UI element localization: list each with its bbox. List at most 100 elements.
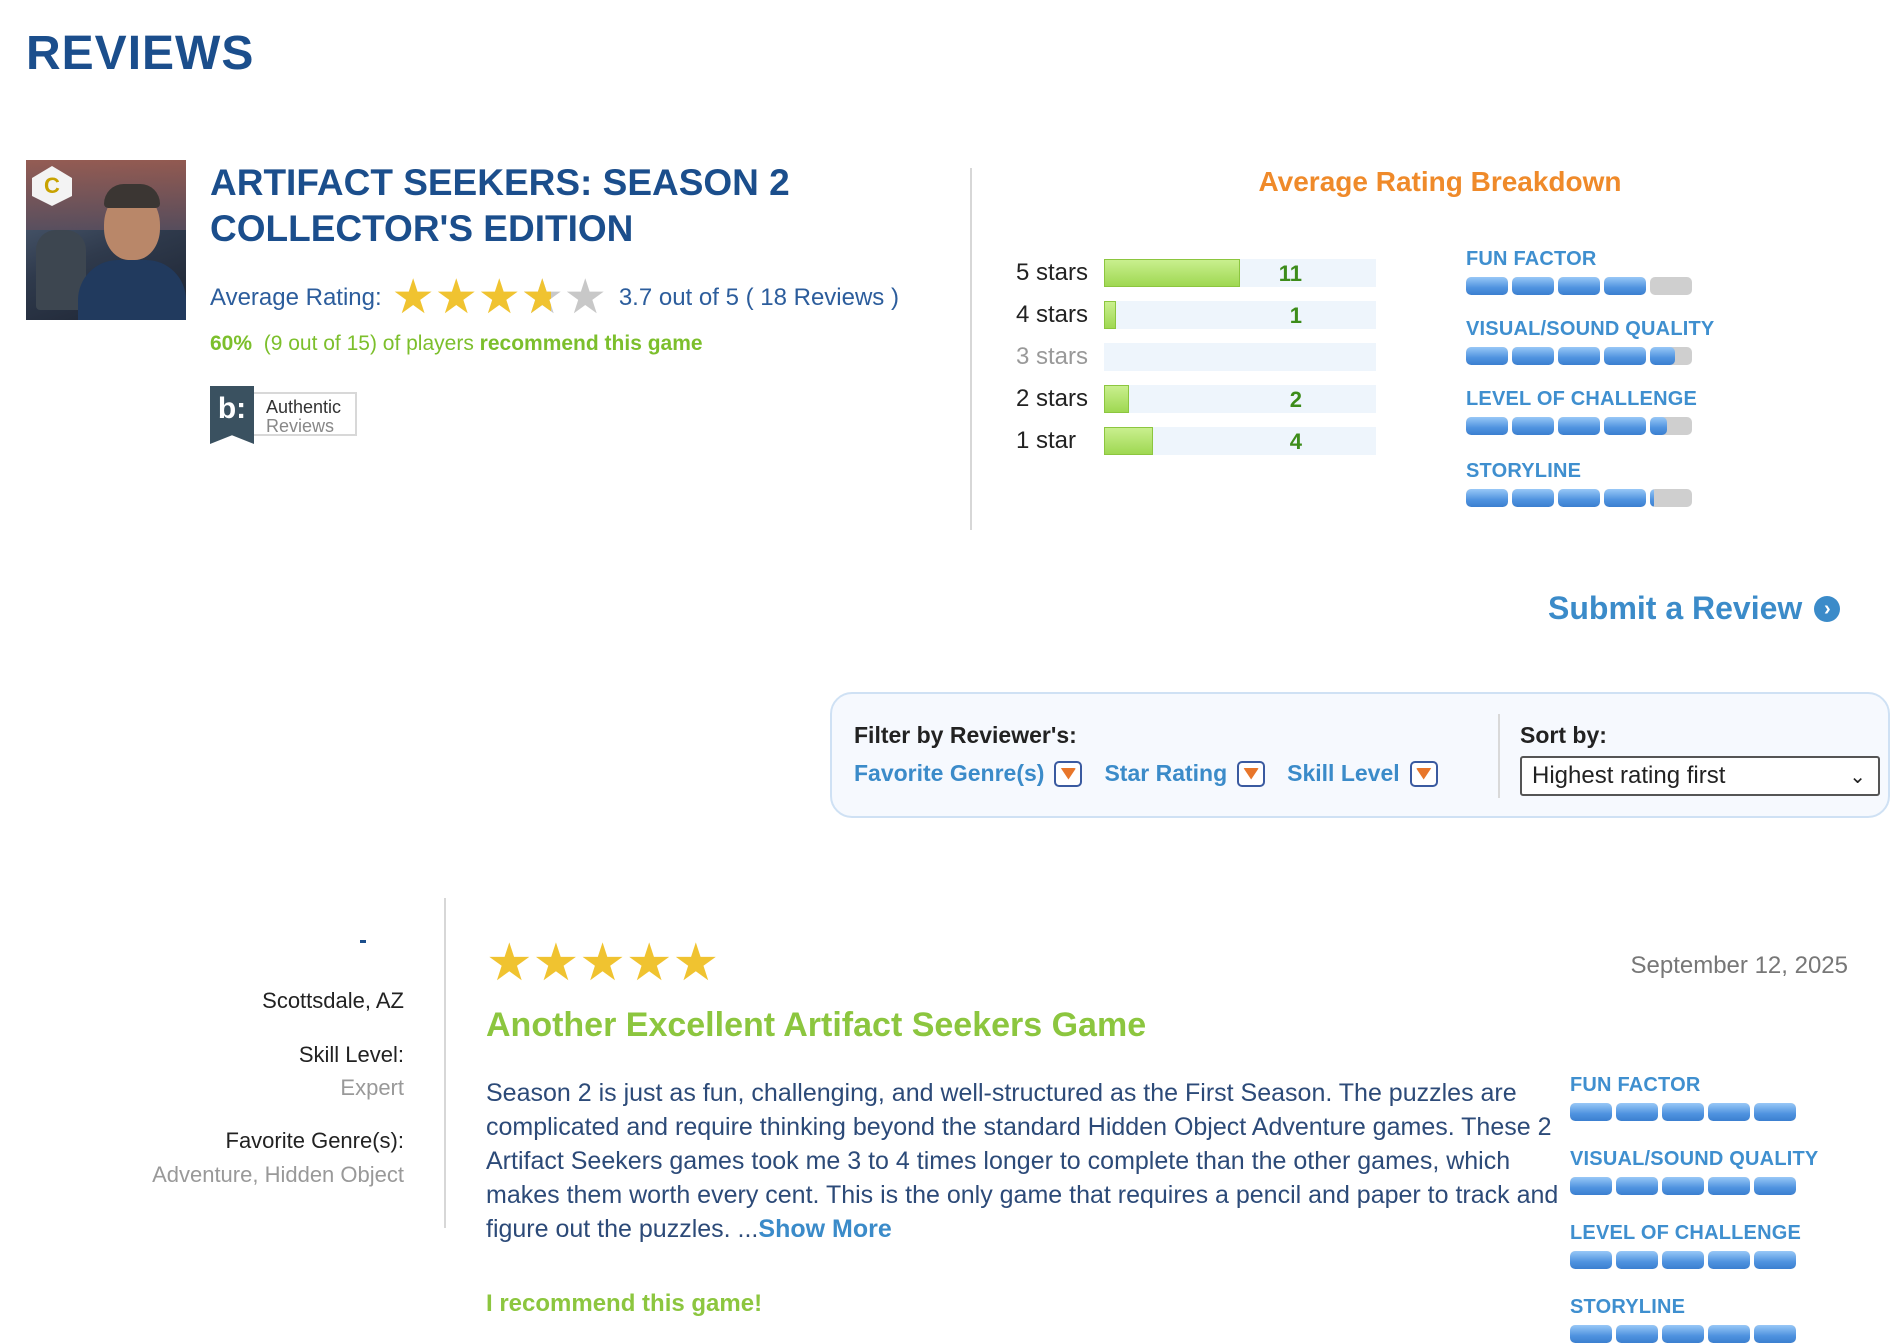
filter-label: Skill Level xyxy=(1287,760,1400,786)
review-date: September 12, 2025 xyxy=(1630,952,1849,979)
category-visual-sound: VISUAL/SOUND QUALITY xyxy=(1466,318,1714,365)
histogram-track: 4 xyxy=(1104,427,1376,455)
reviewer-genre-value: Adventure, Hidden Object xyxy=(152,1162,404,1187)
page-title: REVIEWS xyxy=(26,27,255,80)
category-label: STORYLINE xyxy=(1466,460,1582,482)
star-icon: ★ xyxy=(434,271,478,324)
reviews-label: Reviews xyxy=(266,416,335,436)
rating-segment xyxy=(1466,277,1508,295)
rating-segment xyxy=(1754,1251,1796,1269)
submit-review-link[interactable]: Submit a Review › xyxy=(1548,590,1841,627)
rating-segment xyxy=(1466,417,1508,435)
histogram-row: 3 stars xyxy=(1016,336,1376,378)
rating-segment xyxy=(1650,489,1692,507)
chevron-down-icon: ⌄ xyxy=(1849,766,1866,788)
histogram-count: 2 xyxy=(1289,387,1302,412)
review-category-challenge: LEVEL OF CHALLENGE xyxy=(1570,1222,1801,1269)
filter-panel: Filter by Reviewer's: Favorite Genre(s) … xyxy=(830,692,1890,818)
review-category-storyline: STORYLINE xyxy=(1570,1296,1800,1343)
rating-segment xyxy=(1662,1103,1704,1121)
rating-segment xyxy=(1558,417,1600,435)
filter-options: Favorite Genre(s) Star Rating Skill Leve… xyxy=(854,760,1460,787)
filter-skill-level[interactable]: Skill Level xyxy=(1287,760,1438,787)
star-icon: ★ xyxy=(625,934,673,992)
rating-segment xyxy=(1570,1251,1612,1269)
histogram-track xyxy=(1104,343,1376,371)
filter-favorite-genre[interactable]: Favorite Genre(s) xyxy=(854,760,1083,787)
rating-segment xyxy=(1512,277,1554,295)
review-text: Season 2 is just as fun, challenging, an… xyxy=(486,1079,1559,1243)
dropdown-arrow-icon[interactable] xyxy=(1054,760,1083,787)
dropdown-arrow-icon[interactable] xyxy=(1409,760,1438,787)
star-icon: ★ xyxy=(521,274,564,322)
histogram-row[interactable]: 2 stars 2 xyxy=(1016,378,1376,420)
histogram-label: 3 stars xyxy=(1016,343,1089,370)
rating-segment xyxy=(1650,277,1692,295)
histogram-row[interactable]: 4 stars 1 xyxy=(1016,294,1376,336)
review-divider xyxy=(444,898,446,1228)
rating-segment xyxy=(1708,1251,1750,1269)
sort-heading: Sort by: xyxy=(1520,722,1607,748)
arrow-right-circle-icon: › xyxy=(1814,595,1841,622)
rating-histogram: 5 stars 11 4 stars 1 3 stars 2 stars 2 1… xyxy=(1016,252,1376,462)
histogram-label: 2 stars xyxy=(1016,385,1089,412)
category-label: FUN FACTOR xyxy=(1570,1074,1701,1096)
histogram-bar xyxy=(1104,301,1116,329)
average-rating-label: Average Rating: xyxy=(210,284,382,311)
category-label: VISUAL/SOUND QUALITY xyxy=(1466,318,1715,340)
filter-label: Favorite Genre(s) xyxy=(854,760,1045,786)
rating-segment xyxy=(1616,1325,1658,1343)
summary-divider xyxy=(970,168,972,530)
histogram-bar xyxy=(1104,259,1240,287)
sort-value: Highest rating first xyxy=(1532,762,1726,789)
histogram-count: 4 xyxy=(1289,429,1302,454)
average-rating-stars: ★ ★ ★ ★ ★ xyxy=(391,271,607,324)
game-thumbnail[interactable]: C xyxy=(26,160,186,320)
star-icon: ★ xyxy=(477,271,521,324)
category-label: FUN FACTOR xyxy=(1466,248,1597,270)
star-icon: ★ xyxy=(563,271,607,324)
panel-divider xyxy=(1498,714,1500,798)
histogram-count: 11 xyxy=(1278,261,1302,286)
reviewer-skill-label: Skill Level: xyxy=(298,1042,404,1067)
review-recommend: I recommend this game! xyxy=(486,1290,763,1317)
game-title[interactable]: ARTIFACT SEEKERS: SEASON 2 COLLECTOR'S E… xyxy=(210,160,970,252)
category-rating-bar xyxy=(1466,489,1696,507)
review-stars: ★ ★ ★ ★ ★ xyxy=(486,934,720,992)
rating-segment xyxy=(1662,1251,1704,1269)
rating-segment xyxy=(1708,1103,1750,1121)
category-label: LEVEL OF CHALLENGE xyxy=(1466,388,1698,410)
histogram-track: 2 xyxy=(1104,385,1376,413)
star-icon: ★ xyxy=(672,934,720,992)
submit-review-label: Submit a Review xyxy=(1548,590,1803,626)
histogram-track: 11 xyxy=(1104,259,1376,287)
star-icon: ★ xyxy=(486,934,533,992)
histogram-bar xyxy=(1104,385,1129,413)
average-rating-text[interactable]: 3.7 out of 5 ( 18 Reviews ) xyxy=(619,284,899,312)
histogram-label: 4 stars xyxy=(1016,301,1089,328)
category-rating-bar xyxy=(1570,1103,1800,1121)
histogram-row[interactable]: 1 star 4 xyxy=(1016,420,1376,462)
histogram-label: 1 star xyxy=(1016,427,1077,454)
rating-segment xyxy=(1466,489,1508,507)
category-rating-bar xyxy=(1466,417,1697,435)
dropdown-arrow-icon[interactable] xyxy=(1237,760,1266,787)
rating-segment xyxy=(1512,417,1554,435)
reviewer-skill-value: Expert xyxy=(340,1075,404,1100)
rating-segment xyxy=(1570,1177,1612,1195)
rating-segment xyxy=(1604,417,1646,435)
show-more-link[interactable]: Show More xyxy=(758,1215,891,1243)
star-icon: ★ xyxy=(579,934,626,992)
histogram-row[interactable]: 5 stars 11 xyxy=(1016,252,1376,294)
rating-segment xyxy=(1570,1103,1612,1121)
authentic-reviews-badge[interactable]: b: Authentic Reviews xyxy=(210,386,358,444)
reviewer-location: Scottsdale, AZ xyxy=(262,988,404,1013)
rating-segment xyxy=(1754,1325,1796,1343)
sort-select[interactable]: Highest rating first ⌄ xyxy=(1520,756,1880,796)
star-icon: ★ xyxy=(532,934,580,992)
star-icon: ★ xyxy=(391,271,435,324)
rating-segment xyxy=(1708,1177,1750,1195)
rating-segment xyxy=(1650,347,1692,365)
filter-star-rating[interactable]: Star Rating xyxy=(1104,760,1266,787)
recommend-detail: (9 out of 15) of players xyxy=(263,332,474,355)
